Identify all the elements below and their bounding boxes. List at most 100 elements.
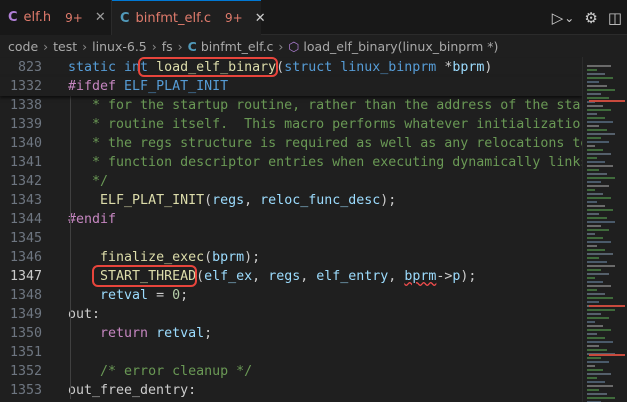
minimap-line <box>587 69 597 71</box>
code-text: ELF_PLAT_INIT(regs, reloc_func_desc); <box>68 191 396 210</box>
code-text: * the regs structure is required as well… <box>68 134 582 153</box>
breadcrumb-item[interactable]: code <box>8 39 38 54</box>
breadcrumb-file[interactable]: binfmt_elf.c <box>201 39 274 54</box>
minimap-line <box>587 217 607 219</box>
c-file-icon: C <box>187 38 197 54</box>
minimap-line <box>587 77 613 79</box>
code-token: #ifdef <box>68 79 125 94</box>
line-number: 1339 <box>9 117 42 132</box>
minimap-line <box>587 293 605 295</box>
code-token: static <box>68 60 125 75</box>
code-line[interactable]: 1340 * the regs structure is required as… <box>0 134 582 153</box>
code-line[interactable]: 1348 retval = 0; <box>0 286 582 305</box>
code-token: , <box>244 193 261 208</box>
line-number: 1353 <box>9 383 42 398</box>
line-number: 1342 <box>9 174 42 189</box>
code-token: #endif <box>68 212 117 227</box>
minimap-line <box>587 149 603 151</box>
minimap-line <box>587 385 613 387</box>
code-token: -> <box>436 269 453 284</box>
code-line[interactable]: 1350 return retval; <box>0 324 582 343</box>
code-line[interactable]: 1341 * function descriptor entries when … <box>0 153 582 172</box>
line-number: 1346 <box>9 250 42 265</box>
code-line[interactable]: 1347 START_THREAD(elf_ex, regs, elf_entr… <box>0 267 582 286</box>
code-line[interactable]: 1332 #ifdef ELF_PLAT_INIT <box>0 77 582 96</box>
minimap-line <box>587 213 599 215</box>
code-line[interactable]: 1349 out: <box>0 305 582 324</box>
code-token: reloc_func_desc <box>260 193 381 208</box>
minimap-line <box>587 129 607 131</box>
run-icon[interactable]: ▷ <box>552 9 564 27</box>
code-text: retval = 0; <box>68 286 188 305</box>
minimap-line <box>587 177 615 179</box>
code-editor[interactable]: 823 static int load_elf_binary(struct lin… <box>0 57 582 402</box>
line-number: 1348 <box>9 288 42 303</box>
close-icon[interactable]: ✕ <box>95 10 106 25</box>
minimap-line <box>587 65 611 67</box>
code-line[interactable]: 1338 * for the startup routine, rather t… <box>0 96 582 115</box>
line-number: 823 <box>17 60 42 75</box>
minimap-line <box>587 349 607 351</box>
breadcrumb-item[interactable]: fs <box>162 39 173 54</box>
minimap-line <box>587 393 607 395</box>
code-line[interactable]: 823 static int load_elf_binary(struct lin… <box>0 58 582 77</box>
breadcrumb-item[interactable]: linux-6.5 <box>92 39 147 54</box>
minimap-line <box>587 169 599 171</box>
chevron-right-icon: › <box>82 38 88 54</box>
split-editor-icon[interactable]: ◫ <box>608 9 622 27</box>
code-line[interactable]: 1352 /* error cleanup */ <box>0 362 582 381</box>
code-token: ; <box>204 326 213 341</box>
minimap-line <box>587 113 597 115</box>
minimap-line <box>587 297 613 299</box>
code-token: regs <box>212 193 245 208</box>
code-line[interactable]: 1346 finalize_exec(bprm); <box>0 248 582 267</box>
code-token: ); <box>244 250 261 265</box>
tab-label: binfmt_elf.c <box>135 10 212 26</box>
minimap-line <box>587 273 609 275</box>
code-token: elf_entry <box>316 269 389 284</box>
minimap-line <box>587 137 601 139</box>
minimap-error-marker <box>589 354 625 356</box>
minimap-error-marker <box>589 100 625 102</box>
line-number: 1344 <box>9 212 42 227</box>
code-token: * function descriptor entries when execu… <box>68 155 582 170</box>
minimap-line <box>587 265 615 267</box>
gear-icon[interactable]: ⚙ <box>584 9 597 27</box>
minimap-line <box>587 277 595 279</box>
code-line[interactable]: 1351 <box>0 343 582 362</box>
minimap-line <box>587 365 595 367</box>
code-text: #endif <box>68 210 116 229</box>
minimap-line <box>587 205 605 207</box>
code-token: ; <box>180 288 189 303</box>
code-token: , <box>252 269 269 284</box>
code-line[interactable]: 1353 out_free_dentry: <box>0 381 582 400</box>
code-line[interactable]: 1344 #endif <box>0 210 582 229</box>
minimap-line <box>587 193 603 195</box>
code-line[interactable]: 1343 ELF_PLAT_INIT(regs, reloc_func_desc… <box>0 191 582 210</box>
minimap-line <box>587 253 613 255</box>
minimap-line <box>587 145 595 147</box>
chevron-right-icon: › <box>177 38 183 54</box>
tab-binfmt-elf-c[interactable]: C binfmt_elf.c 9+ ✕ <box>112 0 266 35</box>
code-token: regs <box>268 269 301 284</box>
minimap[interactable] <box>582 57 627 402</box>
minimap-line <box>587 281 603 283</box>
code-line[interactable]: 1342 */ <box>0 172 582 191</box>
chevron-right-icon: › <box>43 38 49 54</box>
code-token: , <box>300 269 317 284</box>
close-icon[interactable]: ✕ <box>255 11 266 26</box>
code-token: retval <box>100 288 149 303</box>
code-token: ELF_PLAT_INIT <box>100 193 205 208</box>
code-token: , <box>388 269 405 284</box>
breadcrumb-item[interactable]: test <box>53 39 77 54</box>
code-line[interactable]: 1339 * routine itself. This macro perfor… <box>0 115 582 134</box>
code-line[interactable]: 1345 <box>0 229 582 248</box>
chevron-down-icon[interactable]: ⌄ <box>564 11 574 25</box>
breadcrumb-symbol[interactable]: load_elf_binary(linux_binprm *) <box>303 39 498 54</box>
code-text: out_free_dentry: <box>68 381 196 400</box>
minimap-line <box>587 229 609 231</box>
code-token: /* error cleanup */ <box>100 364 253 379</box>
tab-elf-h[interactable]: C elf.h 9+ ✕ <box>0 0 112 35</box>
indent-guide <box>70 95 71 399</box>
minimap-line <box>587 257 599 259</box>
